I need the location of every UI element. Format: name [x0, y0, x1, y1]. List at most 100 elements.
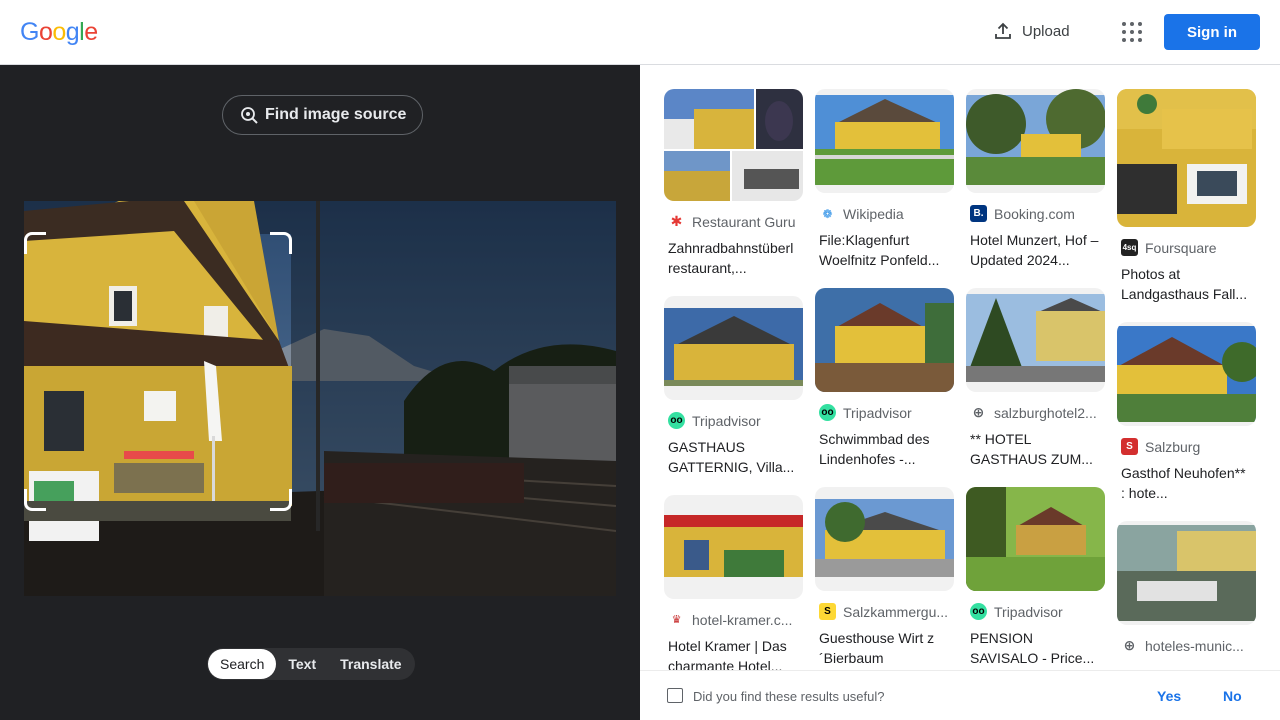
- result-source: ✱ Restaurant Guru: [668, 213, 799, 230]
- logo-letter: g: [65, 18, 80, 46]
- upload-label: Upload: [1022, 22, 1070, 40]
- result-card[interactable]: S Salzburg Gasthof Neuhofen** : hote...: [1117, 322, 1256, 503]
- result-source: oo Tripadvisor: [819, 404, 950, 421]
- restaurant-guru-star-icon: ✱: [668, 213, 685, 230]
- result-thumbnail[interactable]: [1117, 322, 1256, 426]
- result-title[interactable]: PENSION SAVISALO - Price...: [970, 628, 1101, 668]
- result-source-name: Salzkammergu...: [843, 603, 949, 620]
- result-card[interactable]: ✱ Restaurant Guru Zahnradbahnstüberl res…: [664, 89, 803, 278]
- result-source-name: Booking.com: [994, 205, 1075, 222]
- result-title[interactable]: Gasthof Neuhofen** : hote...: [1121, 463, 1252, 503]
- result-title[interactable]: Hotel Kramer | Das charmante Hotel...: [668, 636, 799, 670]
- google-logo[interactable]: Google: [20, 18, 98, 47]
- globe-icon: ⊕: [1121, 637, 1138, 654]
- result-source-name: Wikipedia: [843, 205, 904, 222]
- foursquare-icon: 4sq: [1121, 239, 1138, 256]
- salzkammergut-s-icon: S: [819, 603, 836, 620]
- image-preview-panel: Find image source Search Text Translate: [0, 65, 640, 720]
- result-source-name: hotel-kramer.c...: [692, 611, 793, 628]
- result-thumbnail[interactable]: [1117, 89, 1256, 227]
- result-source-name: Salzburg: [1145, 438, 1201, 455]
- result-source-name: hoteles-munic...: [1145, 637, 1244, 654]
- uploaded-image[interactable]: [24, 201, 616, 596]
- visual-matches-grid: ✱ Restaurant Guru Zahnradbahnstüberl res…: [640, 65, 1280, 670]
- crop-corner-top-right[interactable]: [270, 232, 292, 254]
- lens-search-icon: [241, 107, 258, 124]
- result-title[interactable]: Schwimmbad des Lindenhofes -...: [819, 429, 950, 469]
- result-card[interactable]: ⊕ salzburghotel2... ** HOTEL GASTHAUS ZU…: [966, 288, 1105, 469]
- result-source: oo Tripadvisor: [668, 412, 799, 429]
- result-thumbnail[interactable]: [664, 296, 803, 400]
- result-title[interactable]: Hotel Munzert, Hof – Updated 2024...: [970, 230, 1101, 270]
- result-thumbnail[interactable]: [664, 89, 803, 201]
- logo-letter: e: [84, 18, 98, 46]
- result-thumbnail[interactable]: [966, 89, 1105, 193]
- result-source: 4sq Foursquare: [1121, 239, 1252, 256]
- result-source: ❁ Wikipedia: [819, 205, 950, 222]
- feedback-yes-button[interactable]: Yes: [1157, 688, 1181, 704]
- result-title[interactable]: Zahnradbahnstüberl restaurant,...: [668, 238, 799, 278]
- find-image-source-button[interactable]: Find image source: [222, 95, 424, 135]
- result-card[interactable]: ⊕ hoteles-munic...: [1117, 521, 1256, 654]
- result-title[interactable]: GASTHAUS GATTERNIG, Villa...: [668, 437, 799, 477]
- lens-mode-switcher: Search Text Translate: [207, 648, 415, 680]
- tripadvisor-owl-icon: oo: [970, 603, 987, 620]
- logo-letter: G: [20, 18, 39, 46]
- upload-button[interactable]: Upload: [993, 21, 1070, 41]
- mode-text-tab[interactable]: Text: [276, 649, 328, 679]
- result-title[interactable]: Photos at Landgasthaus Fall...: [1121, 264, 1252, 304]
- feedback-icon: [667, 688, 683, 703]
- result-title[interactable]: File:Klagenfurt Woelfnitz Ponfeld...: [819, 230, 950, 270]
- hotel-kramer-crown-icon: ♛: [668, 611, 685, 628]
- result-source: oo Tripadvisor: [970, 603, 1101, 620]
- railway-station-photo: [24, 201, 616, 596]
- result-source: S Salzburg: [1121, 438, 1252, 455]
- result-source: B. Booking.com: [970, 205, 1101, 222]
- result-card[interactable]: oo Tripadvisor Schwimmbad des Lindenhofe…: [815, 288, 954, 469]
- salzburg-s-icon: S: [1121, 438, 1138, 455]
- result-source-name: salzburghotel2...: [994, 404, 1097, 421]
- apps-grid-icon[interactable]: [1122, 22, 1142, 42]
- top-bar: Google Upload Sign in: [0, 0, 1280, 65]
- result-thumbnail[interactable]: [815, 89, 954, 193]
- result-source: S Salzkammergu...: [819, 603, 950, 620]
- upload-icon: [995, 22, 1011, 39]
- booking-b-icon: B.: [970, 205, 987, 222]
- result-thumbnail[interactable]: [664, 495, 803, 599]
- logo-letter: o: [52, 18, 66, 46]
- feedback-no-button[interactable]: No: [1223, 688, 1242, 704]
- result-source-name: Restaurant Guru: [692, 213, 796, 230]
- result-card[interactable]: ❁ Wikipedia File:Klagenfurt Woelfnitz Po…: [815, 89, 954, 270]
- mode-search-tab[interactable]: Search: [208, 649, 277, 679]
- result-thumbnail[interactable]: [966, 288, 1105, 392]
- result-source-name: Tripadvisor: [843, 404, 912, 421]
- mode-translate-tab[interactable]: Translate: [328, 649, 413, 679]
- result-thumbnail[interactable]: [815, 487, 954, 591]
- result-thumbnail[interactable]: [815, 288, 954, 392]
- result-card[interactable]: oo Tripadvisor PENSION SAVISALO - Price.…: [966, 487, 1105, 668]
- result-source: ♛ hotel-kramer.c...: [668, 611, 799, 628]
- crop-corner-bottom-left[interactable]: [24, 489, 46, 511]
- wikipedia-icon: ❁: [819, 205, 836, 222]
- globe-icon: ⊕: [970, 404, 987, 421]
- result-thumbnail[interactable]: [966, 487, 1105, 591]
- result-title[interactable]: ** HOTEL GASTHAUS ZUM...: [970, 429, 1101, 469]
- result-source-name: Tripadvisor: [692, 412, 761, 429]
- result-card[interactable]: B. Booking.com Hotel Munzert, Hof – Upda…: [966, 89, 1105, 270]
- crop-corner-top-left[interactable]: [24, 232, 46, 254]
- result-title[interactable]: Guesthouse Wirt z ´Bierbaum: [819, 628, 950, 668]
- sign-in-button[interactable]: Sign in: [1164, 14, 1260, 50]
- find-image-source-label: Find image source: [265, 106, 407, 123]
- result-source-name: Tripadvisor: [994, 603, 1063, 620]
- result-card[interactable]: ♛ hotel-kramer.c... Hotel Kramer | Das c…: [664, 495, 803, 670]
- tripadvisor-owl-icon: oo: [668, 412, 685, 429]
- result-card[interactable]: 4sq Foursquare Photos at Landgasthaus Fa…: [1117, 89, 1256, 304]
- result-source: ⊕ salzburghotel2...: [970, 404, 1101, 421]
- crop-corner-bottom-right[interactable]: [270, 489, 292, 511]
- feedback-bar: Did you find these results useful? Yes N…: [640, 670, 1280, 720]
- logo-letter: o: [38, 18, 53, 46]
- result-source: ⊕ hoteles-munic...: [1121, 637, 1252, 654]
- result-card[interactable]: S Salzkammergu... Guesthouse Wirt z ´Bie…: [815, 487, 954, 668]
- result-card[interactable]: oo Tripadvisor GASTHAUS GATTERNIG, Villa…: [664, 296, 803, 477]
- result-thumbnail[interactable]: [1117, 521, 1256, 625]
